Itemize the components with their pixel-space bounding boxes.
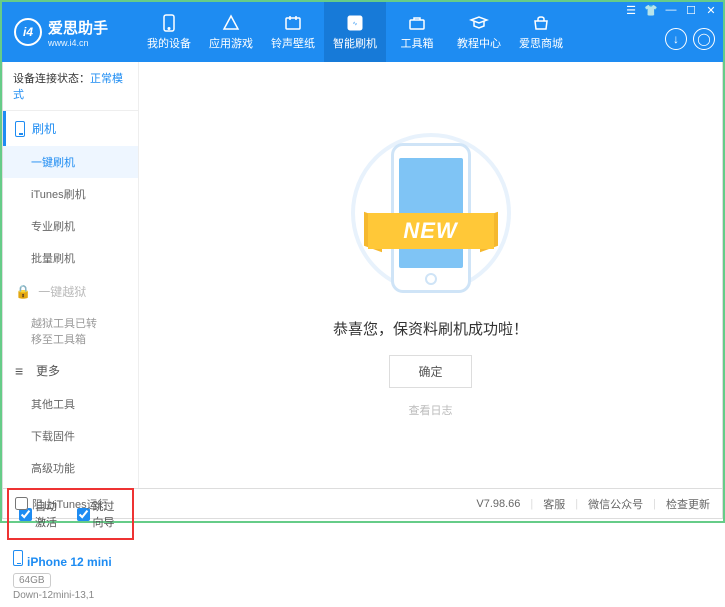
sidebar-item-pro-flash[interactable]: 专业刷机 [3, 210, 138, 242]
wechat-link[interactable]: 微信公众号 [588, 496, 643, 512]
block-itunes-checkbox[interactable]: 阻止iTunes运行 [15, 496, 109, 512]
new-ribbon: NEW [368, 213, 494, 249]
content-area: NEW 恭喜您，保资料刷机成功啦！ 确定 查看日志 [139, 62, 722, 488]
sidebar-section-more[interactable]: 更多 [3, 353, 138, 388]
sidebar-section-jailbreak: 🔒一键越狱 [3, 274, 138, 309]
sidebar-section-flash[interactable]: 刷机 [3, 111, 138, 146]
status-bar: 设备连接状态：正常模式 [3, 62, 138, 111]
nav-toolbox[interactable]: 工具箱 [386, 2, 448, 62]
app-website: www.i4.cn [48, 38, 108, 48]
sidebar-item-oneclick-flash[interactable]: 一键刷机 [3, 146, 138, 178]
nav-my-device[interactable]: 我的设备 [138, 2, 200, 62]
sidebar-item-download-firmware[interactable]: 下载固件 [3, 420, 138, 452]
app-name: 爱思助手 [48, 17, 108, 38]
sidebar-item-batch-flash[interactable]: 批量刷机 [3, 242, 138, 274]
device-model: Down-12mini-13,1 [13, 590, 128, 601]
sidebar-item-advanced[interactable]: 高级功能 [3, 452, 138, 484]
sidebar-item-itunes-flash[interactable]: iTunes刷机 [3, 178, 138, 210]
success-message: 恭喜您，保资料刷机成功啦！ [333, 318, 528, 339]
phone-icon [15, 121, 25, 137]
phone-icon [13, 550, 23, 566]
minimize-button[interactable]: — [663, 4, 679, 17]
update-link[interactable]: 检查更新 [666, 496, 710, 512]
window-controls: ☰ 👕 — ☐ ✕ [623, 4, 719, 17]
list-icon [15, 363, 29, 379]
lock-icon: 🔒 [15, 284, 31, 300]
sidebar-item-other-tools[interactable]: 其他工具 [3, 388, 138, 420]
title-bar: i4 爱思助手 www.i4.cn 我的设备 应用游戏 铃声壁纸 智能刷机 工具… [2, 2, 723, 62]
download-icon[interactable]: ↓ [665, 28, 687, 50]
nav-ringtones[interactable]: 铃声壁纸 [262, 2, 324, 62]
nav-store[interactable]: 爱思商城 [510, 2, 572, 62]
device-info[interactable]: iPhone 12 mini 64GB Down-12mini-13,1 [3, 544, 138, 607]
maximize-button[interactable]: ☐ [683, 4, 699, 17]
view-log-link[interactable]: 查看日志 [409, 402, 453, 418]
ok-button[interactable]: 确定 [389, 355, 471, 388]
nav-smart-flash[interactable]: 智能刷机 [324, 2, 386, 62]
nav-tutorials[interactable]: 教程中心 [448, 2, 510, 62]
skin-icon[interactable]: 👕 [643, 4, 659, 17]
device-name: iPhone 12 mini [27, 555, 112, 569]
menu-icon[interactable]: ☰ [623, 4, 639, 17]
version-label: V7.98.66 [476, 498, 520, 510]
nav-apps-games[interactable]: 应用游戏 [200, 2, 262, 62]
close-button[interactable]: ✕ [703, 4, 719, 17]
user-icon[interactable]: ◯ [693, 28, 715, 50]
success-illustration: NEW [356, 133, 506, 303]
device-storage: 64GB [13, 573, 51, 588]
logo: i4 爱思助手 www.i4.cn [2, 17, 138, 48]
service-link[interactable]: 客服 [543, 496, 565, 512]
jailbreak-note: 越狱工具已转移至工具箱 [3, 309, 113, 353]
sidebar: 设备连接状态：正常模式 刷机 一键刷机 iTunes刷机 专业刷机 批量刷机 🔒… [3, 62, 139, 488]
